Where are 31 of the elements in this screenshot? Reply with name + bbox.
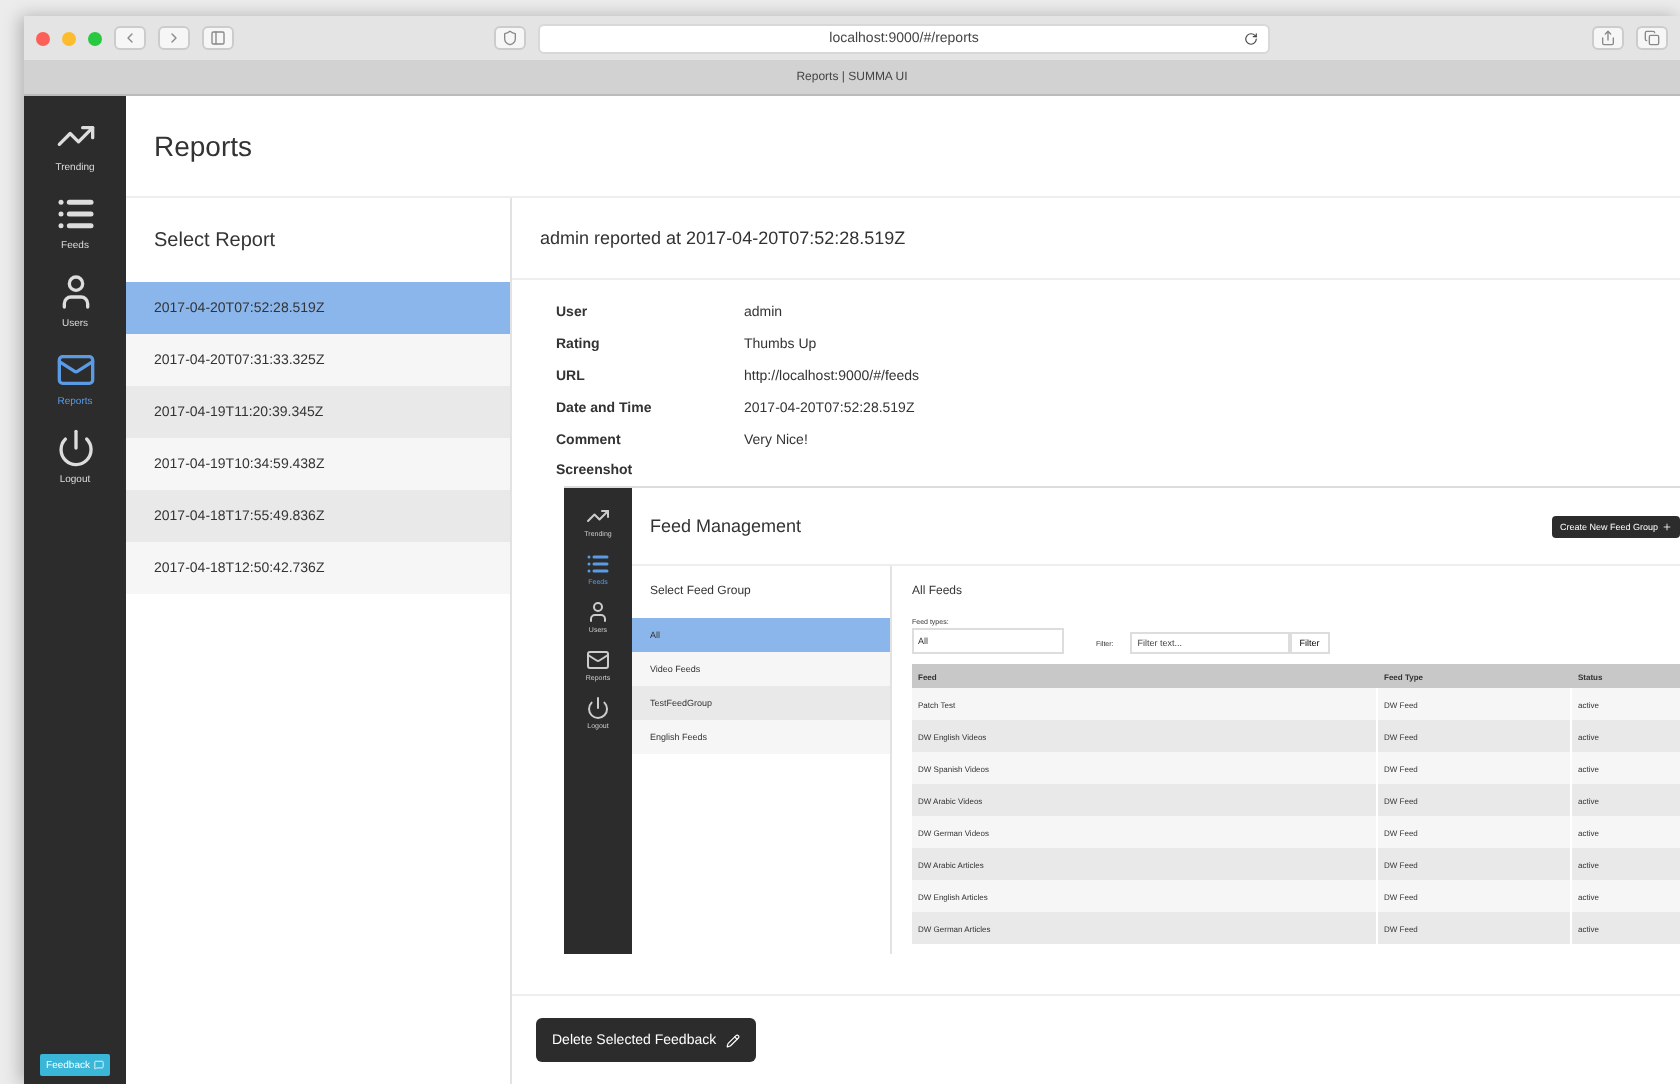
sidebar-button[interactable] <box>202 26 234 50</box>
tabs-button[interactable] <box>1636 26 1668 50</box>
share-button[interactable] <box>1592 26 1624 50</box>
list-icon <box>586 552 610 576</box>
share-icon <box>1600 30 1616 46</box>
minimize-icon <box>62 31 76 45</box>
mail-icon <box>585 648 610 672</box>
shield-button[interactable] <box>494 26 526 50</box>
close-icon <box>36 31 50 45</box>
forward-button[interactable] <box>158 26 190 50</box>
mail-icon <box>55 350 95 390</box>
maximize-icon <box>88 31 102 45</box>
page-title: Feed Management <box>650 516 802 536</box>
shield-icon <box>502 30 518 46</box>
pencil-icon <box>726 1033 741 1047</box>
user-icon <box>586 600 610 624</box>
back-icon <box>122 30 138 46</box>
forward-icon <box>166 30 182 46</box>
list-title: Select Report <box>152 227 278 255</box>
plus-icon <box>1662 521 1672 531</box>
trending-icon <box>586 504 610 528</box>
report-title: admin reported at 2017-04-20T07:52:28.519Z <box>512 198 1680 280</box>
power-icon <box>586 696 610 720</box>
sidebar-icon <box>210 30 226 46</box>
back-button[interactable] <box>114 26 146 50</box>
list-icon <box>55 194 95 234</box>
power-icon <box>55 428 95 468</box>
tabs-icon <box>1644 30 1660 46</box>
page-title: Reports <box>126 96 1680 198</box>
chat-icon <box>93 1060 104 1070</box>
reload-icon[interactable] <box>1244 31 1258 45</box>
